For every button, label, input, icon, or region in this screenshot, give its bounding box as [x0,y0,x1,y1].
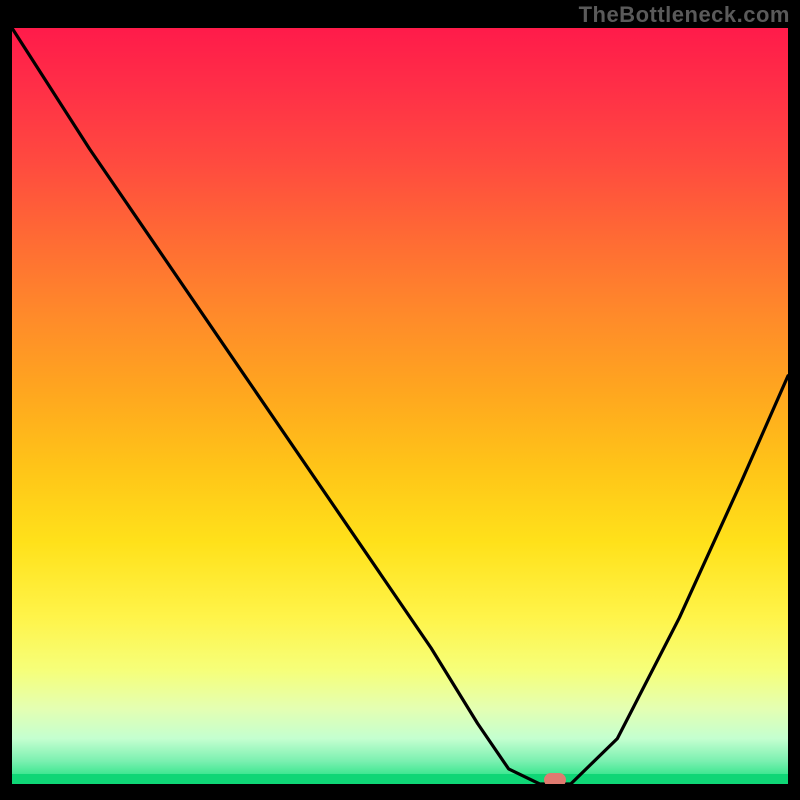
optimal-marker [544,773,566,784]
bottleneck-curve [12,28,788,784]
watermark-label: TheBottleneck.com [579,2,790,28]
plot-area [12,28,788,784]
chart-frame: TheBottleneck.com [0,0,800,800]
